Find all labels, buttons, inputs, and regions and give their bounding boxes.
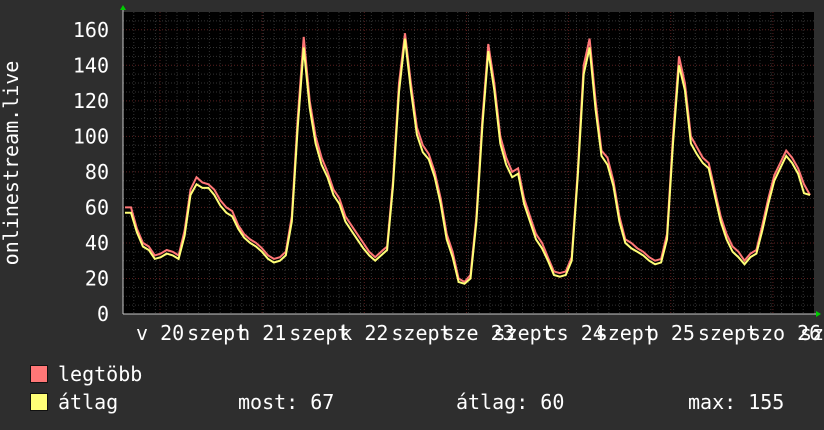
y-axis-arrow-icon: [120, 5, 126, 10]
stat-avg: átlag: 60: [456, 390, 565, 414]
y-tick-label: 0: [97, 302, 109, 326]
stat-now: most: 67: [238, 390, 335, 414]
x-tick-label: p 25: [647, 321, 695, 345]
legend-label-max: legtöbb: [58, 362, 143, 386]
y-tick-label: 20: [85, 266, 109, 290]
legend-swatch-avg: [30, 393, 48, 411]
line-chart: 020406080100120140160 v 20 szepth 21 szept…: [0, 5, 824, 345]
y-tick-label: 40: [85, 231, 109, 255]
y-tick-label: 100: [73, 124, 109, 148]
y-tick-label: 140: [73, 53, 109, 77]
y-tick-label: 160: [73, 18, 109, 42]
x-tick-label: v 20: [136, 321, 184, 345]
y-axis-label: onlinestream.live: [0, 61, 23, 266]
x-tick-label: k 22: [340, 321, 388, 345]
legend-label-avg: átlag: [58, 390, 119, 414]
y-tick-label: 80: [85, 160, 109, 184]
chart-container: 0 20 40 60 80 100 120 140 160 v 20 szept h 21 szept…: [0, 0, 824, 430]
y-tick-label: 60: [85, 195, 109, 219]
y-tick-label: 120: [73, 89, 109, 113]
x-tick-label: sze: [800, 321, 824, 345]
legend-swatch-max: [30, 365, 48, 383]
x-tick-label: h 21: [238, 321, 286, 345]
legend-item-avg: átlag: [30, 390, 118, 414]
stat-max: max: 155: [688, 390, 785, 414]
legend-item-max: legtöbb: [30, 362, 142, 386]
x-axis-arrow-icon: [816, 311, 821, 317]
